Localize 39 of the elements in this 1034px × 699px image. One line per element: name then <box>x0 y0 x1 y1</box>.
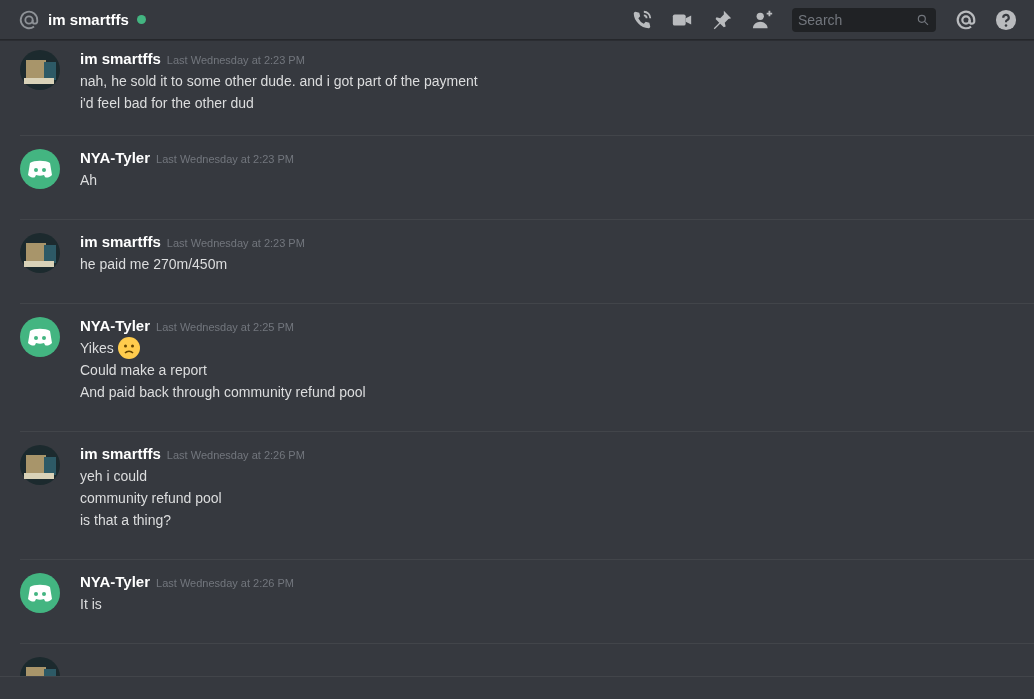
avatar-icon[interactable] <box>20 149 60 189</box>
author-name[interactable]: NYA-Tyler <box>80 149 151 166</box>
avatar-photo[interactable] <box>20 50 60 90</box>
timestamp: Last Wednesday at 2:26 PM <box>156 577 295 589</box>
add-member-icon[interactable] <box>751 8 775 31</box>
message-text: It is <box>80 595 102 614</box>
phone-call-icon[interactable] <box>631 8 653 31</box>
help-icon[interactable] <box>995 8 1017 31</box>
message-text: Ah <box>80 171 98 190</box>
message-text: nah, he sold it to some other dude. and i got part of the payment <box>80 72 478 91</box>
message-text: he paid me 270m/450m <box>80 255 228 274</box>
timestamp: Last Wednesday at 2:26 PM <box>166 449 305 461</box>
timestamp: Last Wednesday at 2:23 PM <box>166 237 305 249</box>
mention-icon[interactable] <box>955 8 977 31</box>
author-name[interactable]: im smartffs <box>80 233 161 250</box>
avatar-photo[interactable] <box>20 233 60 273</box>
channel-name: im smartffs <box>48 11 129 28</box>
author-name[interactable]: NYA-Tyler <box>80 317 151 334</box>
avatar-icon[interactable] <box>20 573 60 613</box>
message-text: And paid back through community refund pool <box>80 383 366 402</box>
message-text: i'd feel bad for the other dud <box>80 94 254 113</box>
message-text: is that a thing? <box>80 511 172 530</box>
search-icon <box>916 12 930 27</box>
search-field[interactable]: Search <box>798 11 916 28</box>
message-text: Yikes <box>80 339 114 358</box>
search-bar[interactable]: Search <box>792 7 936 32</box>
message-text: community refund pool <box>80 489 222 508</box>
timestamp: Last Wednesday at 2:23 PM <box>156 153 295 165</box>
message-text: Could make a report <box>80 361 207 380</box>
avatar-icon[interactable] <box>20 317 60 357</box>
mention-icon <box>18 8 40 31</box>
message-text: yeh i could <box>80 467 147 486</box>
avatar-photo[interactable] <box>20 445 60 485</box>
author-name[interactable]: im smartffs <box>80 50 161 67</box>
pin-icon[interactable] <box>711 8 733 31</box>
timestamp: Last Wednesday at 2:23 PM <box>166 54 305 66</box>
timestamp: Last Wednesday at 2:25 PM <box>156 321 295 333</box>
author-name[interactable]: im smartffs <box>80 445 161 462</box>
author-name[interactable]: NYA-Tyler <box>80 573 151 590</box>
